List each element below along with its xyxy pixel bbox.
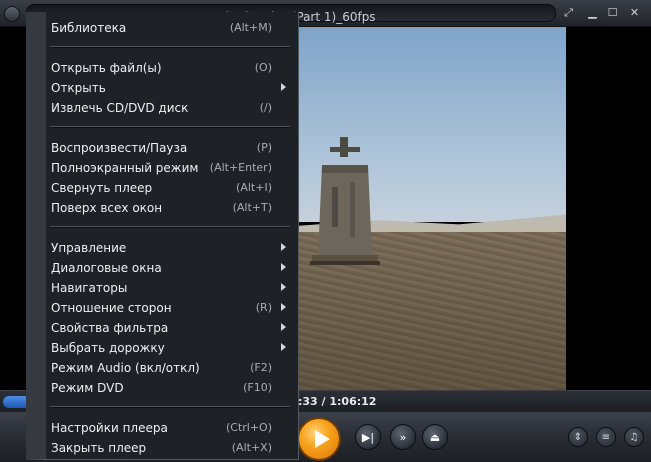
next-icon[interactable]: ▶| [355, 424, 381, 450]
menu-separator [50, 406, 290, 408]
menu-item-eject-disc[interactable]: Извлечь CD/DVD диск (/) [46, 98, 298, 118]
menu-separator [50, 46, 290, 48]
menu-item-shortcut: (Ctrl+O) [225, 421, 272, 434]
menu-item-controls[interactable]: Управление [46, 238, 298, 258]
menu-separator [50, 126, 290, 128]
context-menu: Библиотека (Alt+M) Открыть файл(ы) (O) О… [26, 12, 299, 460]
menu-item-shortcut: (Alt+T) [232, 201, 272, 214]
fullscreen-icon[interactable]: ⤢ [561, 6, 576, 20]
system-menu-icon[interactable] [4, 6, 20, 22]
menu-item-label: Открыть [51, 81, 106, 95]
menu-item-shortcut: (Alt+M) [229, 21, 272, 34]
submenu-arrow-icon [281, 303, 286, 311]
menu-item-shortcut: (/) [259, 101, 272, 114]
menu-item-open[interactable]: Открыть [46, 78, 298, 98]
menu-item-label: Управление [51, 241, 127, 255]
menu-item-shortcut: (Alt+Enter) [209, 161, 272, 174]
menu-item-label: Закрыть плеер [51, 441, 147, 455]
menu-item-open-files[interactable]: Открыть файл(ы) (O) [46, 58, 298, 78]
menu-item-label: Извлечь CD/DVD диск [51, 101, 189, 115]
submenu-arrow-icon [281, 83, 286, 91]
menu-item-play-pause[interactable]: Воспроизвести/Пауза (P) [46, 138, 298, 158]
menu-item-label: Настройки плеера [51, 421, 168, 435]
menu-item-label: Отношение сторон [51, 301, 172, 315]
menu-item-label: Открыть файл(ы) [51, 61, 162, 75]
menu-item-shortcut: (Alt+X) [231, 441, 272, 454]
menu-item-label: Свойства фильтра [51, 321, 169, 335]
menu-item-dvd-mode[interactable]: Режим DVD (F10) [46, 378, 298, 398]
menu-item-library[interactable]: Библиотека (Alt+M) [46, 18, 298, 38]
video-letterbox [566, 27, 651, 390]
menu-item-filter-properties[interactable]: Свойства фильтра [46, 318, 298, 338]
menu-separator [50, 226, 290, 228]
menu-item-select-track[interactable]: Выбрать дорожку [46, 338, 298, 358]
menu-item-label: Полноэкранный режим [51, 161, 199, 175]
eject-icon[interactable]: ⏏ [422, 424, 448, 450]
menu-item-label: Режим Audio (вкл/откл) [51, 361, 200, 375]
menu-item-close-player[interactable]: Закрыть плеер (Alt+X) [46, 438, 298, 458]
menu-item-label: Навигаторы [51, 281, 128, 295]
menu-item-shortcut: (Alt+I) [236, 181, 272, 194]
menu-item-shortcut: (F2) [250, 361, 272, 374]
dsp-icon[interactable]: ⇕ [568, 427, 588, 447]
menu-item-label: Поверх всех окон [51, 201, 163, 215]
menu-item-audio-mode[interactable]: Режим Audio (вкл/откл) (F2) [46, 358, 298, 378]
close-icon[interactable]: ✕ [627, 6, 642, 20]
menu-item-player-settings[interactable]: Настройки плеера (Ctrl+O) [46, 418, 298, 438]
video-tower [310, 137, 380, 265]
minimize-icon[interactable]: ▁ [585, 6, 600, 20]
menu-item-aspect-ratio[interactable]: Отношение сторон (R) [46, 298, 298, 318]
menu-item-label: Свернуть плеер [51, 181, 153, 195]
submenu-arrow-icon [281, 263, 286, 271]
menu-item-shortcut: (P) [256, 141, 272, 154]
menu-item-label: Диалоговые окна [51, 261, 162, 275]
time-display: :33 / 1:06:12 [298, 395, 377, 408]
menu-item-label: Выбрать дорожку [51, 341, 165, 355]
menu-item-dialogs[interactable]: Диалоговые окна [46, 258, 298, 278]
menu-item-shortcut: (R) [255, 301, 272, 314]
submenu-arrow-icon [281, 323, 286, 331]
play-icon[interactable] [297, 417, 341, 461]
submenu-arrow-icon [281, 283, 286, 291]
equalizer-icon[interactable]: ≡ [596, 427, 616, 447]
maximize-icon[interactable]: ☐ [605, 6, 620, 20]
menu-item-minimize-player[interactable]: Свернуть плеер (Alt+I) [46, 178, 298, 198]
menu-item-fullscreen[interactable]: Полноэкранный режим (Alt+Enter) [46, 158, 298, 178]
menu-item-label: Режим DVD [51, 381, 124, 395]
menu-item-always-on-top[interactable]: Поверх всех окон (Alt+T) [46, 198, 298, 218]
menu-item-shortcut: (F10) [243, 381, 272, 394]
playlist-icon[interactable]: ♫ [624, 427, 644, 447]
fast-forward-icon[interactable]: » [390, 424, 416, 450]
menu-item-navigators[interactable]: Навигаторы [46, 278, 298, 298]
menu-item-label: Воспроизвести/Пауза [51, 141, 188, 155]
submenu-arrow-icon [281, 343, 286, 351]
submenu-arrow-icon [281, 243, 286, 251]
menu-item-label: Библиотека [51, 21, 127, 35]
menu-item-shortcut: (O) [254, 61, 272, 74]
